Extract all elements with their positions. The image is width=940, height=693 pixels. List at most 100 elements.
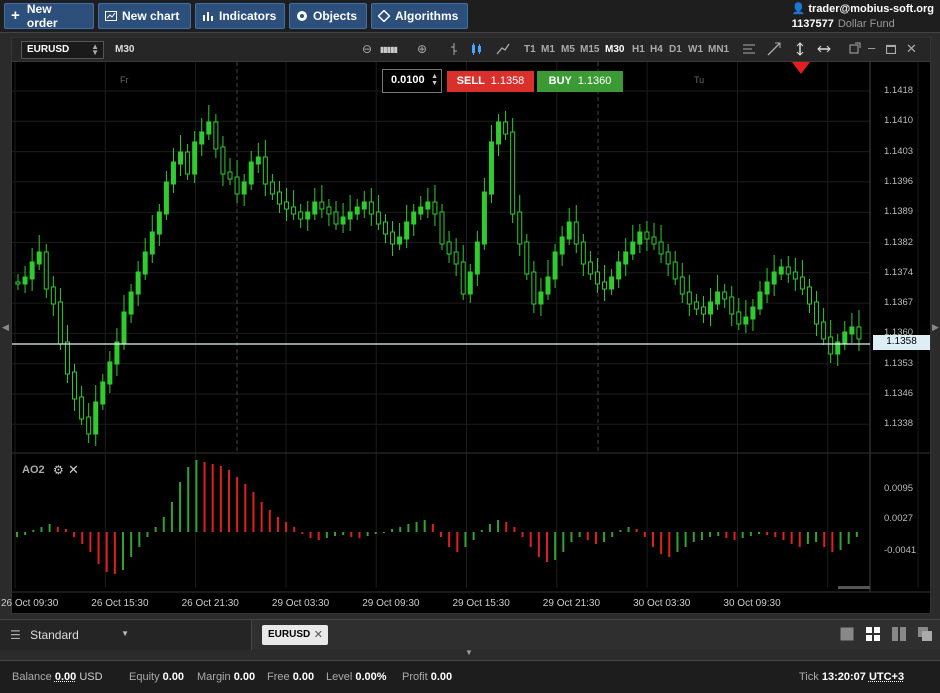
candle <box>15 281 21 285</box>
timeframe-t1-button[interactable]: T1 <box>524 44 536 55</box>
candle <box>411 211 417 225</box>
candle <box>100 381 106 405</box>
candle <box>241 181 247 195</box>
tick-stat: Tick 13:20:07 UTC+3 <box>799 671 904 683</box>
equity-label: Equity <box>129 671 160 683</box>
objects-label: Objects <box>313 9 358 23</box>
ao-bar <box>293 527 296 532</box>
ao-bar <box>48 524 51 532</box>
ao-bar <box>554 532 557 560</box>
candle <box>524 241 530 275</box>
gear-icon[interactable]: ⚙ <box>53 463 64 477</box>
layout-grid-icon[interactable] <box>866 627 880 641</box>
line-type-icon[interactable] <box>496 42 510 59</box>
timeframe-m5-button[interactable]: M5 <box>561 44 575 55</box>
workspace-select[interactable]: ☰ Standard ▼ <box>0 620 252 650</box>
ao-bar <box>627 527 630 532</box>
timeframe-h1-button[interactable]: H1 <box>632 44 645 55</box>
candle <box>658 241 664 255</box>
balance-label: Balance <box>12 671 52 683</box>
new-order-button[interactable]: + New order <box>4 2 94 30</box>
vertical-line-icon[interactable] <box>795 42 805 59</box>
lot-spinner-icon[interactable]: ▲ ▼ <box>431 73 438 87</box>
zoom-out-icon[interactable]: ⊖ <box>362 42 372 56</box>
ao-bar <box>692 532 695 542</box>
maximize-icon[interactable] <box>885 42 897 57</box>
layout-single-icon[interactable] <box>840 627 854 641</box>
buy-button[interactable]: BUY 1.1360 <box>537 71 623 92</box>
close-chart-icon[interactable]: ✕ <box>906 41 917 57</box>
indicators-button[interactable]: Indicators <box>195 3 285 29</box>
ao-bar <box>317 532 320 540</box>
ao-bar <box>480 530 483 532</box>
timeframe-d1-button[interactable]: D1 <box>669 44 682 55</box>
status-bar: Balance 0.00 USD Equity 0.00 Margin 0.00… <box>0 660 940 693</box>
new-chart-label: New chart <box>122 9 180 23</box>
horizontal-line-icon[interactable] <box>817 42 831 59</box>
layout-cascade-icon[interactable] <box>918 627 932 641</box>
ao-bar <box>260 502 263 532</box>
candle <box>298 211 304 220</box>
trend-line-icon[interactable] <box>767 42 781 59</box>
candle <box>693 301 699 310</box>
candle <box>312 201 318 215</box>
timeframe-w1-button[interactable]: W1 <box>688 44 703 55</box>
popout-icon[interactable] <box>849 42 861 57</box>
free-stat: Free 0.00 <box>267 671 314 683</box>
candle <box>503 121 509 135</box>
candle <box>708 301 714 315</box>
ao-bar <box>806 532 809 544</box>
indicator-lines-icon[interactable] <box>742 42 756 59</box>
timeframe-m30-button[interactable]: M30 <box>605 44 624 55</box>
ao-bar <box>431 524 434 532</box>
minimize-icon[interactable]: – <box>868 40 875 55</box>
new-chart-button[interactable]: New chart <box>98 3 191 29</box>
ao-bar <box>456 532 459 552</box>
candle <box>425 201 431 210</box>
candle <box>594 271 600 285</box>
right-panel-arrow-icon[interactable]: ▶ <box>932 322 939 333</box>
timezone-select[interactable]: UTC+3 <box>869 671 904 683</box>
objects-button[interactable]: Objects <box>289 3 367 29</box>
lot-size-input[interactable]: 0.0100 ▲ ▼ <box>382 69 442 93</box>
account-info[interactable]: 👤 trader@mobius-soft.org 1137577 Dollar F… <box>792 2 934 32</box>
chart-header: EURUSD ▲ ▼ M30 ⊖ ▮▮▮▮▮ ⊕ T1 M1 M5 M15 M30 H1 H4… <box>12 38 930 62</box>
chart-scrollbar[interactable] <box>838 586 870 589</box>
ao-bar <box>374 532 377 534</box>
layout-columns-icon[interactable] <box>892 627 906 641</box>
ao-bar <box>16 532 18 537</box>
candle <box>439 211 445 245</box>
timeframe-m15-button[interactable]: M15 <box>580 44 599 55</box>
close-icon[interactable]: ✕ <box>68 462 79 478</box>
ao-bar <box>766 532 769 535</box>
symbol-select[interactable]: EURUSD ▲ ▼ <box>21 41 104 59</box>
candle <box>573 221 579 245</box>
candle <box>333 211 339 225</box>
ao-bar <box>32 530 35 532</box>
timeframe-h4-button[interactable]: H4 <box>650 44 663 55</box>
workspace-bar: ☰ Standard ▼ EURUSD ✕ <box>0 619 940 650</box>
close-tab-icon[interactable]: ✕ <box>314 628 323 641</box>
ao-bar <box>782 532 785 540</box>
zoom-in-icon[interactable]: ⊕ <box>417 42 427 56</box>
candle <box>616 261 622 280</box>
candle <box>418 206 424 215</box>
timeframe-mn1-button[interactable]: MN1 <box>708 44 729 55</box>
indicator-name: AO2 <box>22 464 45 476</box>
day-label-tu: Tu <box>694 75 705 85</box>
algorithms-button[interactable]: Algorithms <box>371 3 468 29</box>
bar-type-icon[interactable] <box>449 42 459 59</box>
candle <box>602 281 608 290</box>
timeframe-m1-button[interactable]: M1 <box>541 44 555 55</box>
tab-eurusd[interactable]: EURUSD ✕ <box>262 625 328 645</box>
candle-type-icon[interactable] <box>470 42 484 59</box>
ao-bar <box>562 532 565 552</box>
ao-bar <box>603 532 606 542</box>
collapse-panel-icon[interactable]: ▼ <box>465 648 473 657</box>
candle <box>722 291 728 300</box>
candle <box>559 236 565 255</box>
sell-button[interactable]: SELL 1.1358 <box>447 71 534 92</box>
price-chart[interactable] <box>12 62 930 614</box>
left-panel-arrow-icon[interactable]: ◀ <box>2 322 9 333</box>
ao-bar <box>179 482 182 532</box>
